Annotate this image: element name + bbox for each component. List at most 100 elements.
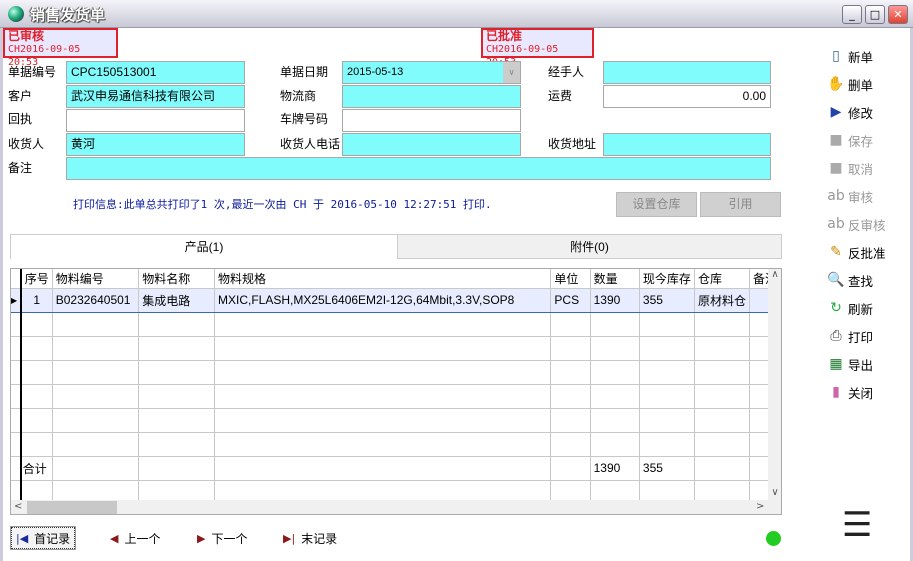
toolbar-search-button[interactable]: 🔍 查找	[826, 268, 873, 292]
col-header-qty[interactable]: 数量	[589, 269, 640, 289]
empty-cell[interactable]	[20, 407, 53, 433]
toolbar-edit-button[interactable]: ▶ 修改	[826, 100, 873, 124]
empty-cell[interactable]	[550, 407, 591, 433]
empty-cell[interactable]	[589, 311, 640, 337]
empty-cell[interactable]	[213, 383, 552, 409]
receipt-field[interactable]	[66, 109, 245, 132]
empty-cell[interactable]	[138, 359, 215, 385]
toolbar-unaudit-button[interactable]: ab 反审核	[826, 212, 885, 236]
prev-record-button[interactable]: ◀ 上一个	[106, 527, 164, 549]
cell-stock[interactable]: 355	[638, 287, 695, 313]
empty-cell[interactable]	[20, 383, 53, 409]
empty-cell[interactable]	[638, 359, 695, 385]
empty-cell[interactable]	[693, 407, 750, 433]
reference-button[interactable]: 引用	[700, 192, 781, 217]
toolbar-pencil-button[interactable]: ✎ 反批准	[826, 240, 885, 264]
empty-cell[interactable]	[213, 311, 552, 337]
empty-cell[interactable]	[693, 359, 750, 385]
next-record-button[interactable]: ▶ 下一个	[193, 527, 251, 549]
toolbar-refresh-button[interactable]: ↻ 刷新	[826, 296, 873, 320]
doc-date-picker[interactable]: 2015-05-13 ∨	[342, 61, 521, 84]
empty-cell[interactable]	[138, 407, 215, 433]
empty-cell[interactable]	[589, 383, 640, 409]
last-record-button[interactable]: ▶| 末记录	[279, 527, 341, 549]
col-header-seq[interactable]: 序号	[20, 269, 53, 289]
empty-cell[interactable]	[589, 359, 640, 385]
freight-field[interactable]: 0.00	[603, 85, 771, 108]
empty-cell[interactable]	[213, 359, 552, 385]
empty-cell[interactable]	[20, 359, 53, 385]
toolbar-delete-hand-button[interactable]: ✋ 删单	[826, 72, 873, 96]
handler-field[interactable]	[603, 61, 771, 84]
col-header-code[interactable]: 物料编号	[51, 269, 140, 289]
cell-spec[interactable]: MXIC,FLASH,MX25L6406EM2I-12G,64Mbit,3.3V…	[213, 287, 552, 313]
scroll-down-icon[interactable]: ∨	[768, 487, 781, 498]
table-row[interactable]	[11, 311, 781, 337]
empty-cell[interactable]	[138, 335, 215, 361]
table-row[interactable]	[11, 359, 781, 385]
empty-cell[interactable]	[693, 383, 750, 409]
col-header-stock[interactable]: 现今库存	[638, 269, 695, 289]
empty-cell[interactable]	[638, 311, 695, 337]
empty-cell[interactable]	[589, 335, 640, 361]
close-window-button[interactable]: ✕	[888, 5, 908, 24]
tab-products[interactable]: 产品(1)	[10, 234, 398, 259]
empty-cell[interactable]	[638, 335, 695, 361]
tab-attachments[interactable]: 附件(0)	[397, 234, 782, 259]
set-warehouse-button[interactable]: 设置仓库	[616, 192, 697, 217]
minimize-button[interactable]: _	[842, 5, 862, 24]
maximize-button[interactable]: □	[865, 5, 885, 24]
empty-cell[interactable]	[693, 311, 750, 337]
col-header-name[interactable]: 物料名称	[138, 269, 215, 289]
empty-cell[interactable]	[638, 407, 695, 433]
empty-cell[interactable]	[51, 407, 140, 433]
plate-field[interactable]	[342, 109, 521, 132]
table-row[interactable]	[11, 431, 781, 457]
empty-cell[interactable]	[638, 383, 695, 409]
logistics-field[interactable]	[342, 85, 521, 108]
empty-cell[interactable]	[138, 431, 215, 457]
empty-cell[interactable]	[51, 311, 140, 337]
empty-cell[interactable]	[51, 431, 140, 457]
empty-cell[interactable]	[550, 311, 591, 337]
toolbar-printer-button[interactable]: ⎙ 打印	[826, 324, 873, 348]
cell-warehouse[interactable]: 原材料仓	[693, 287, 750, 313]
cell-code[interactable]: B0232640501	[51, 287, 140, 313]
empty-cell[interactable]	[138, 311, 215, 337]
empty-cell[interactable]	[51, 383, 140, 409]
scroll-up-icon[interactable]: ∧	[768, 269, 781, 280]
empty-cell[interactable]	[550, 383, 591, 409]
empty-cell[interactable]	[550, 359, 591, 385]
table-row[interactable]	[11, 335, 781, 361]
empty-cell[interactable]	[20, 431, 53, 457]
cell-seq[interactable]: 1	[20, 287, 53, 313]
toolbar-audit-button[interactable]: ab 审核	[826, 184, 873, 208]
scroll-left-icon[interactable]: <	[14, 501, 22, 512]
empty-cell[interactable]	[213, 335, 552, 361]
empty-cell[interactable]	[638, 431, 695, 457]
cell-qty[interactable]: 1390	[589, 287, 640, 313]
scroll-right-icon[interactable]: >	[756, 501, 764, 512]
horizontal-scrollbar[interactable]: < >	[11, 500, 781, 514]
empty-cell[interactable]	[693, 431, 750, 457]
first-record-button[interactable]: |◀ 首记录	[9, 526, 77, 550]
consignee-phone-field[interactable]	[342, 133, 521, 156]
empty-cell[interactable]	[213, 407, 552, 433]
consignee-field[interactable]: 黄河	[66, 133, 245, 156]
cell-name[interactable]: 集成电路	[138, 287, 215, 313]
toolbar-excel-button[interactable]: ▦ 导出	[826, 352, 873, 376]
empty-cell[interactable]	[550, 431, 591, 457]
empty-cell[interactable]	[550, 335, 591, 361]
remark-field[interactable]	[66, 157, 771, 180]
doc-no-field[interactable]: CPC150513001	[66, 61, 245, 84]
cell-unit[interactable]: PCS	[550, 287, 591, 313]
empty-cell[interactable]	[20, 311, 53, 337]
table-row[interactable]: ▶ 1 B0232640501 集成电路 MXIC,FLASH,MX25L640…	[11, 287, 781, 313]
customer-field[interactable]: 武汉申易通信科技有限公司	[66, 85, 245, 108]
vertical-scrollbar[interactable]: ∧ ∨	[768, 269, 781, 500]
horizontal-scroll-thumb[interactable]	[27, 501, 117, 514]
chevron-down-icon[interactable]: ∨	[503, 62, 520, 83]
table-row[interactable]	[11, 383, 781, 409]
empty-cell[interactable]	[589, 407, 640, 433]
address-field[interactable]	[603, 133, 771, 156]
